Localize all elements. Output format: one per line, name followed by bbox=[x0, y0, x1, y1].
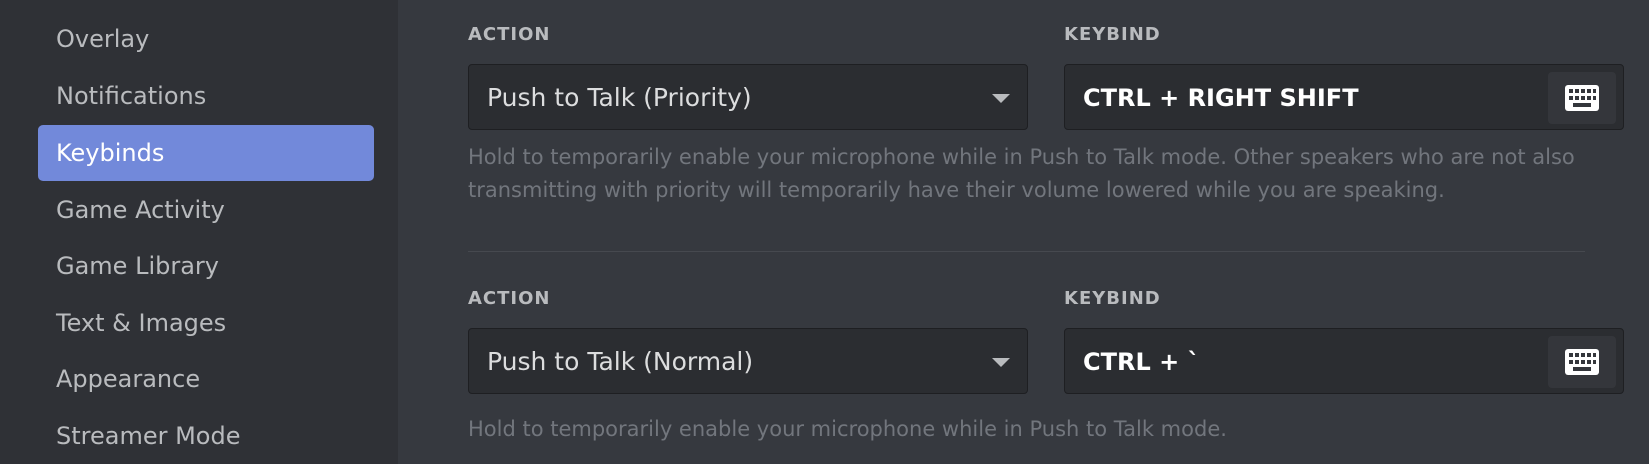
sidebar-item-game-activity[interactable]: Game Activity bbox=[38, 182, 374, 238]
action-label: ACTION bbox=[468, 24, 551, 45]
action-select[interactable]: Push to Talk (Normal) bbox=[468, 328, 1028, 394]
sidebar-item-overlay[interactable]: Overlay bbox=[38, 11, 374, 67]
keyboard-icon bbox=[1565, 85, 1599, 111]
keybind-input-value: CTRL + ` bbox=[1083, 348, 1200, 376]
keybinds-panel: ACTION KEYBIND Push to Talk (Priority) C… bbox=[398, 0, 1649, 464]
keybind-description: Hold to temporarily enable your micropho… bbox=[468, 145, 1575, 202]
sidebar-item-text-images[interactable]: Text & Images bbox=[38, 295, 374, 351]
chevron-down-icon bbox=[992, 358, 1010, 367]
keybind-description: Hold to temporarily enable your micropho… bbox=[468, 417, 1227, 441]
chevron-down-icon bbox=[992, 94, 1010, 103]
action-select-value: Push to Talk (Normal) bbox=[487, 347, 754, 376]
keybind-input[interactable]: CTRL + ` bbox=[1064, 328, 1624, 394]
sidebar-item-appearance[interactable]: Appearance bbox=[38, 351, 374, 407]
sidebar-item-game-library[interactable]: Game Library bbox=[38, 238, 374, 294]
action-select-value: Push to Talk (Priority) bbox=[487, 83, 752, 112]
settings-sidebar: Overlay Notifications Keybinds Game Acti… bbox=[0, 0, 398, 464]
action-label: ACTION bbox=[468, 288, 551, 309]
sidebar-item-keybinds[interactable]: Keybinds bbox=[38, 125, 374, 181]
keyboard-icon bbox=[1565, 349, 1599, 375]
action-select[interactable]: Push to Talk (Priority) bbox=[468, 64, 1028, 130]
app-window: Overlay Notifications Keybinds Game Acti… bbox=[0, 0, 1649, 464]
keybind-label: KEYBIND bbox=[1064, 24, 1161, 45]
sidebar-item-streamer-mode[interactable]: Streamer Mode bbox=[38, 408, 374, 464]
row-divider bbox=[468, 251, 1585, 252]
record-keybind-button[interactable] bbox=[1548, 336, 1616, 388]
record-keybind-button[interactable] bbox=[1548, 72, 1616, 124]
keybind-label: KEYBIND bbox=[1064, 288, 1161, 309]
sidebar-item-notifications[interactable]: Notifications bbox=[38, 68, 374, 124]
keybind-input[interactable]: CTRL + RIGHT SHIFT bbox=[1064, 64, 1624, 130]
keybind-input-value: CTRL + RIGHT SHIFT bbox=[1083, 84, 1359, 112]
